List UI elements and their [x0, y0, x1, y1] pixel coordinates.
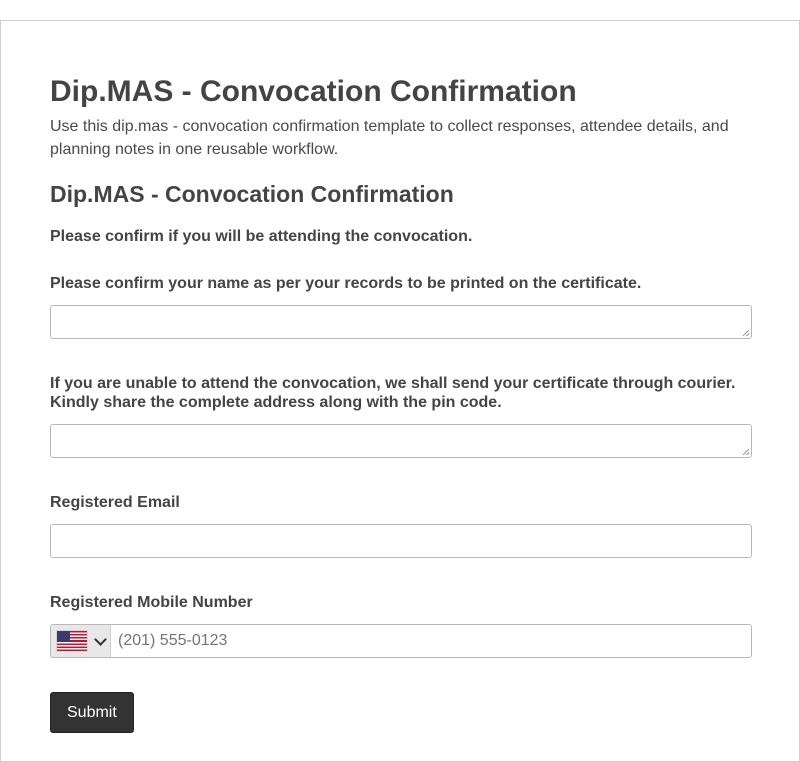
question-attendance-label: Please confirm if you will be attending … [50, 228, 473, 245]
question-name-label: Please confirm your name as per your rec… [50, 275, 642, 292]
form-container: Dip.MAS - Convocation Confirmation Use t… [50, 74, 752, 733]
name-textarea[interactable] [50, 305, 752, 339]
us-flag-icon [57, 631, 87, 651]
page-title: Dip.MAS - Convocation Confirmation [50, 75, 577, 108]
form-title: Dip.MAS - Convocation Confirmation [50, 181, 454, 207]
form-card: Dip.MAS - Convocation Confirmation Use t… [0, 20, 800, 762]
email-input[interactable] [50, 524, 752, 558]
question-mobile-label: Registered Mobile Number [50, 594, 253, 611]
submit-button[interactable]: Submit [50, 692, 134, 733]
address-textarea[interactable] [50, 424, 752, 458]
mobile-number-placeholder[interactable]: (201) 555-0123 [111, 625, 751, 657]
page-description: Use this dip.mas - convocation confirmat… [50, 118, 729, 158]
chevron-down-icon [94, 632, 107, 646]
country-code-select[interactable] [51, 625, 111, 657]
mobile-number-input[interactable]: (201) 555-0123 [50, 624, 752, 658]
question-email-label: Registered Email [50, 494, 180, 511]
question-address-label: If you are unable to attend the convocat… [50, 375, 736, 411]
